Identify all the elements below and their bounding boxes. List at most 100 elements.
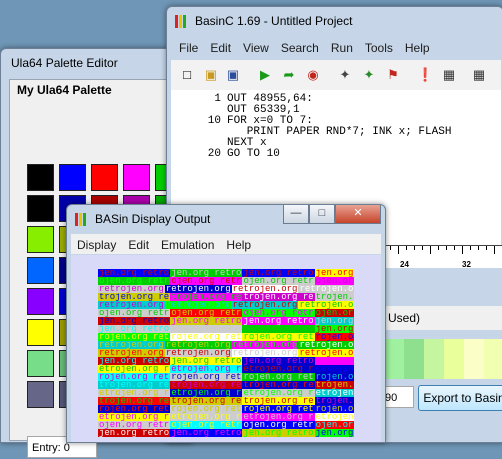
used-label: Used) bbox=[370, 306, 502, 330]
flash-band: jen.org retro jen.org retro jen.org retro j… bbox=[98, 357, 354, 365]
breakpoint-icon[interactable]: ⚑ bbox=[385, 67, 401, 83]
debug-icon[interactable]: ✦ bbox=[361, 67, 377, 83]
export-icon[interactable]: ▦ bbox=[471, 67, 487, 83]
basinc-toolbar: □ ▣ ▣ ▶ ➦ ◉ ✦ ✦ ⚑ ❗ ▦ ▦ bbox=[171, 60, 501, 91]
flash-bands: jen.org retro jen.org retro jen.org retro j… bbox=[98, 269, 354, 437]
flash-band: trojen.org re trojen.org re trojen.org re t… bbox=[98, 293, 354, 301]
menu-emulation[interactable]: Emulation bbox=[155, 234, 220, 254]
ruler-tick bbox=[446, 246, 447, 250]
flash-band: trojen.org re trojen.org re trojen.org re t… bbox=[98, 397, 354, 405]
watch-icon[interactable]: ❗ bbox=[417, 67, 433, 83]
palette-cell bbox=[384, 339, 404, 379]
save-icon[interactable]: ▣ bbox=[225, 67, 241, 83]
ruler-tick bbox=[414, 246, 415, 250]
flash-band: jen.org retro jen.org retro jen.org retro j… bbox=[98, 269, 354, 277]
palette-swatch[interactable] bbox=[27, 350, 54, 377]
flash-band: trojen.org re trojen.org re trojen.org re t… bbox=[98, 381, 354, 389]
menu-edit[interactable]: Edit bbox=[204, 37, 237, 57]
flash-band: ojen.org retr ojen.org retr ojen.org retr o… bbox=[98, 421, 354, 429]
palette-editor-titlebar[interactable]: Ula64 Palette Editor bbox=[1, 49, 191, 77]
ruler-tick bbox=[454, 246, 455, 250]
flash-band: etrojen.org r etrojen.org r etrojen.org re… bbox=[98, 413, 354, 421]
basinc-titlebar[interactable]: BasinC 1.69 - Untitled Project bbox=[167, 7, 502, 35]
flash-band: rojen.org ret rojen.org ret rojen.org ret r… bbox=[98, 405, 354, 413]
palette-swatch[interactable] bbox=[27, 381, 54, 408]
flash-band: jen.org retro jen.org retro jen.org retro j… bbox=[98, 317, 354, 325]
open-icon[interactable]: ▣ bbox=[203, 67, 219, 83]
ruler-tick bbox=[494, 246, 495, 254]
flash-band: rojen.org ret rojen.org ret rojen.org ret r… bbox=[98, 373, 354, 381]
menu-run[interactable]: Run bbox=[325, 37, 359, 57]
palette-swatch[interactable] bbox=[27, 257, 54, 284]
ruler-tick bbox=[486, 246, 487, 250]
flash-band: retrojen.org retrojen.org retrojen.org r… bbox=[98, 341, 354, 349]
palette-cell bbox=[424, 339, 444, 379]
palette-swatch[interactable] bbox=[27, 195, 54, 222]
run-icon[interactable]: ▶ bbox=[257, 67, 273, 83]
display-menubar: Display Edit Emulation Help bbox=[71, 234, 381, 254]
palette-swatch[interactable] bbox=[59, 164, 86, 191]
ruler-label: 32 bbox=[462, 260, 471, 269]
menu-search[interactable]: Search bbox=[275, 37, 325, 57]
close-button[interactable]: ✕ bbox=[335, 205, 381, 224]
palette-swatch[interactable] bbox=[123, 164, 150, 191]
palette-cell bbox=[464, 339, 484, 379]
palette-swatch[interactable] bbox=[91, 164, 118, 191]
ruler-tick bbox=[470, 246, 471, 250]
maximize-button[interactable]: □ bbox=[309, 205, 335, 224]
flash-band: etrojen.org r etrojen.org r etrojen.org re… bbox=[98, 365, 354, 373]
flash-band: jen.org retro jen.org retro jen.org retro j… bbox=[98, 325, 354, 333]
palette-cell bbox=[404, 339, 424, 379]
flash-band: retrojen.org retrojen.org retrojen.org r… bbox=[98, 301, 354, 309]
menu-help[interactable]: Help bbox=[220, 234, 257, 254]
ruler-tick bbox=[422, 246, 423, 250]
window-title: BasinC 1.69 - Untitled Project bbox=[195, 14, 353, 28]
flash-band: ojen.org retr ojen.org retr ojen.org retr o… bbox=[98, 277, 354, 285]
display-titlebar[interactable]: BASin Display Output — □ ✕ bbox=[67, 205, 385, 233]
menu-edit[interactable]: Edit bbox=[122, 234, 155, 254]
minimize-button[interactable]: — bbox=[283, 205, 309, 224]
window-title: Ula64 Palette Editor bbox=[11, 56, 118, 70]
memory-icon[interactable]: ▦ bbox=[441, 67, 457, 83]
stop-icon[interactable]: ◉ bbox=[305, 67, 321, 83]
ruler-tick bbox=[478, 246, 479, 250]
basinc-menubar: File Edit View Search Run Tools Help bbox=[173, 37, 502, 57]
palette-swatch[interactable] bbox=[27, 164, 54, 191]
flash-band: ojen.org retr ojen.org retr ojen.org retr o… bbox=[98, 309, 354, 317]
step-icon[interactable]: ➦ bbox=[281, 67, 297, 83]
flash-band: jen.org retro jen.org retro jen.org retro j… bbox=[98, 429, 354, 437]
flash-band: retrojen.org retrojen.org retrojen.org r… bbox=[98, 349, 354, 357]
line-number: 20 bbox=[207, 148, 221, 160]
menu-help[interactable]: Help bbox=[399, 37, 436, 57]
new-icon[interactable]: □ bbox=[179, 67, 195, 83]
flash-band: retrojen.org retrojen.org retrojen.org r… bbox=[98, 285, 354, 293]
panel-title: My Ula64 Palette bbox=[17, 83, 112, 97]
line-number: 1 bbox=[214, 93, 221, 105]
menu-tools[interactable]: Tools bbox=[359, 37, 399, 57]
ruler-tick bbox=[430, 246, 431, 254]
code-line[interactable]: GO TO 10 bbox=[227, 149, 280, 160]
palette-cell bbox=[444, 339, 464, 379]
palette-swatch[interactable] bbox=[27, 319, 54, 346]
window-title: BASin Display Output bbox=[95, 212, 211, 226]
export-button[interactable]: Export to Basin bbox=[418, 385, 502, 411]
flash-band: etrojen.org r etrojen.org r etrojen.org re… bbox=[98, 389, 354, 397]
line-number: 10 bbox=[207, 115, 221, 127]
menu-view[interactable]: View bbox=[237, 37, 275, 57]
basinc-app-icon bbox=[175, 15, 187, 28]
palette-cell bbox=[484, 339, 502, 379]
flash-band: rojen.org ret rojen.org ret rojen.org ret r… bbox=[98, 333, 354, 341]
ruler-tick bbox=[390, 246, 391, 250]
palette-swatch[interactable] bbox=[27, 288, 54, 315]
palette-swatch[interactable] bbox=[27, 226, 54, 253]
ruler-tick bbox=[462, 246, 463, 254]
ruler-tick bbox=[438, 246, 439, 250]
display-app-icon bbox=[75, 213, 87, 226]
menu-display[interactable]: Display bbox=[71, 234, 122, 254]
ruler-tick bbox=[406, 246, 407, 250]
ruler-tick bbox=[398, 246, 399, 254]
menu-file[interactable]: File bbox=[173, 37, 204, 57]
display-output-window: BASin Display Output — □ ✕ Display Edit Em… bbox=[66, 204, 386, 443]
trace-icon[interactable]: ✦ bbox=[337, 67, 353, 83]
ruler-label: 24 bbox=[400, 260, 409, 269]
